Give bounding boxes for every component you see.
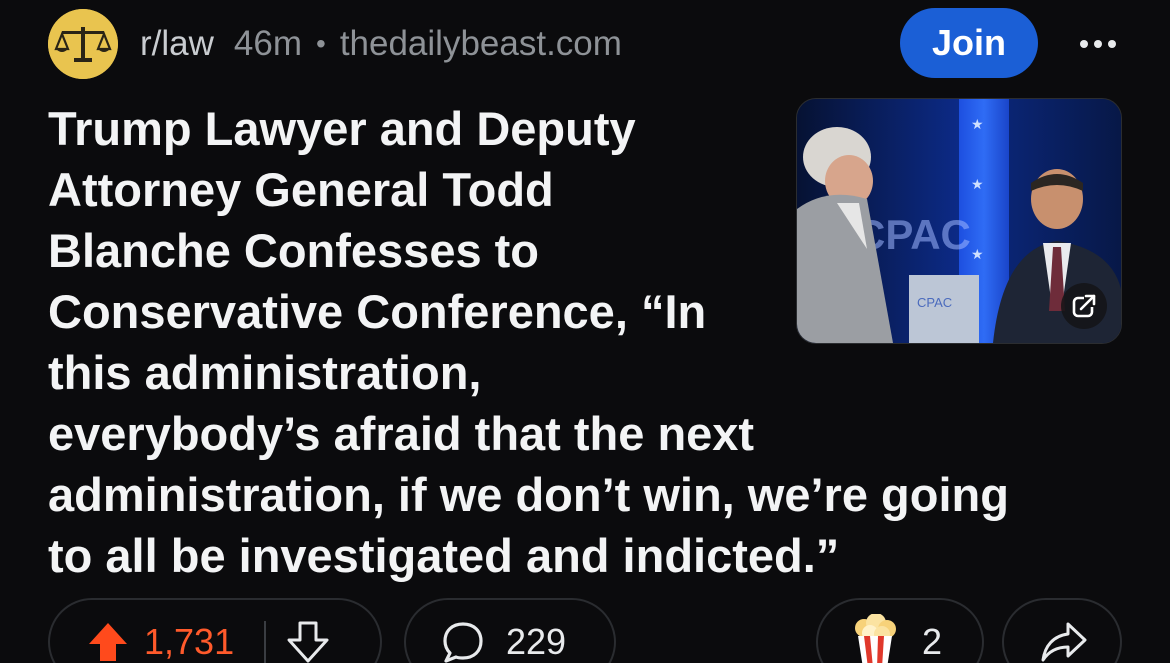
svg-text:★: ★	[971, 116, 984, 132]
post-time: 46m	[233, 24, 302, 63]
podium-text: CPAC	[917, 295, 952, 310]
subreddit-name[interactable]: r/law	[140, 24, 214, 64]
upvote-count: 1,731	[144, 621, 235, 662]
upvote-arrow-icon	[89, 623, 127, 661]
more-dot	[1108, 40, 1116, 48]
downvote-arrow-icon	[287, 621, 329, 663]
vote-divider	[264, 621, 267, 663]
post-action-bar: 1,731 229 2	[0, 598, 1170, 663]
svg-text:★: ★	[971, 246, 984, 262]
subreddit-avatar[interactable]	[48, 9, 118, 79]
svg-text:★: ★	[971, 176, 984, 192]
meta-separator: •	[316, 28, 326, 59]
join-button[interactable]: Join	[900, 8, 1038, 78]
post-meta: r/law 46m • thedailybeast.com	[140, 24, 622, 64]
popcorn-award-icon	[850, 614, 900, 663]
external-link-icon	[1072, 294, 1097, 318]
link-thumbnail[interactable]: ★ ★ ★ CPAC CPAC	[796, 98, 1122, 344]
comments-button[interactable]: 229	[404, 598, 616, 663]
award-button[interactable]: 2	[816, 598, 984, 663]
more-horizontal-icon	[1080, 40, 1088, 48]
open-external-button[interactable]	[1061, 283, 1107, 329]
comment-count: 229	[506, 621, 567, 662]
upvote-button[interactable]	[86, 620, 130, 663]
vote-control: 1,731	[48, 598, 382, 663]
post-header: r/law 46m • thedailybeast.com	[48, 9, 622, 79]
post-card[interactable]: r/law 46m • thedailybeast.com Join Trump…	[0, 0, 1170, 663]
link-domain[interactable]: thedailybeast.com	[340, 24, 622, 64]
share-arrow-icon	[1040, 620, 1088, 663]
title-line: to all be investigated and indicted.”	[48, 529, 840, 582]
comment-bubble-icon	[440, 619, 486, 663]
title-line: administration, if we don’t win, we’re g…	[48, 468, 1009, 521]
title-line: this administration,	[48, 346, 482, 399]
share-button[interactable]	[1002, 598, 1122, 663]
more-options-button[interactable]	[1068, 24, 1128, 64]
scales-of-justice-icon	[48, 9, 118, 79]
title-line: everybody’s afraid that the next	[48, 407, 755, 460]
award-count: 2	[922, 621, 943, 662]
more-dot	[1094, 40, 1102, 48]
downvote-button[interactable]	[286, 620, 330, 663]
